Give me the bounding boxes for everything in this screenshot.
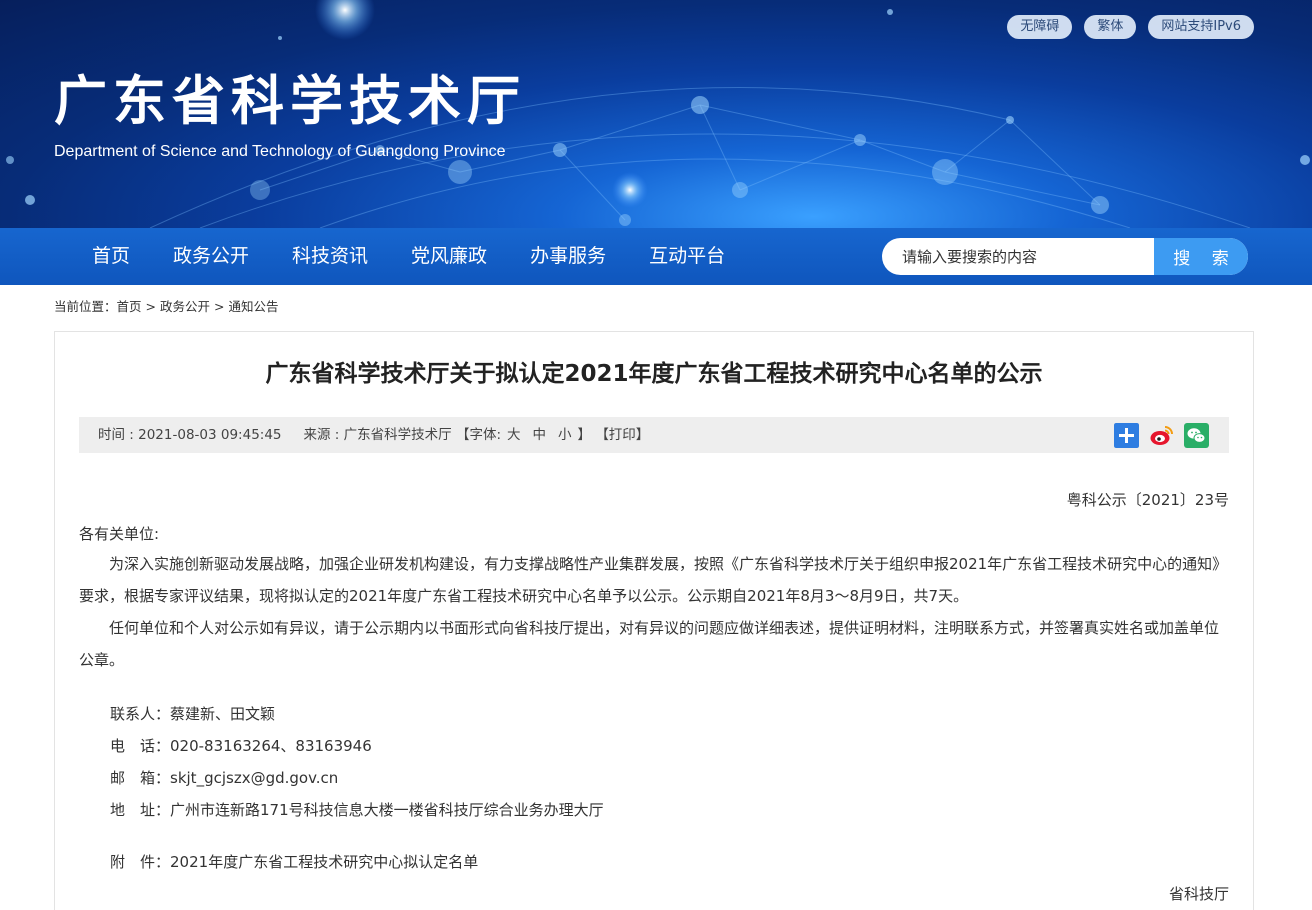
address-row: 地 址：广州市连新路171号科技信息大楼一楼省科技厅综合业务办理大厅 xyxy=(110,799,604,820)
nav-item-services[interactable]: 办事服务 xyxy=(510,228,626,285)
breadcrumb-notices[interactable]: 通知公告 xyxy=(229,299,279,314)
address-value: 广州市连新路171号科技信息大楼一楼省科技厅综合业务办理大厅 xyxy=(170,801,604,819)
contact-person-row: 联系人：蔡建新、田文颖 xyxy=(110,703,275,724)
contact-person-value: 蔡建新、田文颖 xyxy=(170,705,276,723)
font-size-label: 【字体: xyxy=(455,427,502,443)
paragraph-1: 为深入实施创新驱动发展战略，加强企业研发机构建设，有力支撑战略性产业集群发展，按… xyxy=(79,555,1228,605)
phone-value: 020-83163264、83163946 xyxy=(170,737,372,755)
breadcrumb-home[interactable]: 首页 xyxy=(117,299,142,314)
nav-menu: 首页 政务公开 科技资讯 党风廉政 办事服务 互动平台 xyxy=(72,228,748,285)
article-source: 来源 : 广东省科学技术厅 xyxy=(303,427,452,443)
font-size-close: 】 xyxy=(577,427,592,443)
search-box: 搜 索 xyxy=(882,238,1248,275)
paragraph-2: 任何单位和个人对公示如有异议，请于公示期内以书面形式向省科技厅提出，对有异议的问… xyxy=(79,619,1220,669)
signer: 省科技厅 xyxy=(1168,885,1229,903)
attachment-label: 附 件： xyxy=(110,853,171,871)
search-input[interactable] xyxy=(882,238,1154,275)
article-meta-bar: 时间 : 2021-08-03 09:45:45 来源 : 广东省科学技术厅 【字… xyxy=(79,417,1229,453)
article-container: 广东省科学技术厅关于拟认定2021年度广东省工程技术研究中心名单的公示 时间 :… xyxy=(54,331,1254,910)
top-utility-links: 无障碍 繁体 网站支持IPv6 xyxy=(1007,15,1254,39)
weibo-icon[interactable] xyxy=(1149,423,1174,448)
attachment-link[interactable]: 2021年度广东省工程技术研究中心拟认定名单 xyxy=(170,853,478,871)
ipv6-support-link[interactable]: 网站支持IPv6 xyxy=(1148,15,1254,39)
site-title: 广东省科学技术厅 xyxy=(54,71,526,132)
article-title: 广东省科学技术厅关于拟认定2021年度广东省工程技术研究中心名单的公示 xyxy=(265,361,1043,387)
breadcrumb-separator: > xyxy=(145,299,157,314)
phone-label: 电 话： xyxy=(110,737,171,755)
print-link[interactable]: 【打印】 xyxy=(595,427,649,443)
nav-item-tech-news[interactable]: 科技资讯 xyxy=(272,228,388,285)
email-value[interactable]: skjt_gcjszx@gd.gov.cn xyxy=(170,769,338,787)
breadcrumb-separator: > xyxy=(214,299,225,314)
site-subtitle: Department of Science and Technology of … xyxy=(54,143,506,160)
contact-person-label: 联系人： xyxy=(110,705,171,723)
header-banner: 无障碍 繁体 网站支持IPv6 广东省科学技术厅 Department of S… xyxy=(0,0,1312,228)
salutation: 各有关单位: xyxy=(79,525,160,543)
email-row: 邮 箱：skjt_gcjszx@gd.gov.cn xyxy=(110,767,338,788)
accessibility-link[interactable]: 无障碍 xyxy=(1007,15,1073,39)
document-number: 粤科公示〔2021〕23号 xyxy=(1066,491,1229,509)
font-size-medium[interactable]: 中 xyxy=(533,427,547,443)
email-label: 邮 箱： xyxy=(110,769,171,787)
search-button[interactable]: 搜 索 xyxy=(1154,238,1248,275)
attachment-row: 附 件：2021年度广东省工程技术研究中心拟认定名单 xyxy=(110,851,478,872)
wechat-icon[interactable] xyxy=(1184,423,1209,448)
nav-item-home[interactable]: 首页 xyxy=(72,228,150,285)
traditional-chinese-link[interactable]: 繁体 xyxy=(1084,15,1137,39)
font-size-small[interactable]: 小 xyxy=(558,427,572,443)
breadcrumb-government-affairs[interactable]: 政务公开 xyxy=(160,299,210,314)
share-buttons xyxy=(1114,423,1209,448)
main-nav: 首页 政务公开 科技资讯 党风廉政 办事服务 互动平台 搜 索 xyxy=(0,228,1312,285)
article-meta: 时间 : 2021-08-03 09:45:45 来源 : 广东省科学技术厅 【字… xyxy=(98,417,649,453)
nav-item-government-affairs[interactable]: 政务公开 xyxy=(153,228,269,285)
publish-time: 时间 : 2021-08-03 09:45:45 xyxy=(98,427,282,443)
share-plus-icon[interactable] xyxy=(1114,423,1139,448)
font-size-large[interactable]: 大 xyxy=(507,427,521,443)
nav-item-party-integrity[interactable]: 党风廉政 xyxy=(391,228,507,285)
breadcrumb: 当前位置：首页 > 政务公开 > 通知公告 xyxy=(54,296,279,315)
address-label: 地 址： xyxy=(110,801,171,819)
breadcrumb-prefix: 当前位置： xyxy=(54,299,117,314)
phone-row: 电 话：020-83163264、83163946 xyxy=(110,735,372,756)
nav-item-interaction[interactable]: 互动平台 xyxy=(629,228,745,285)
